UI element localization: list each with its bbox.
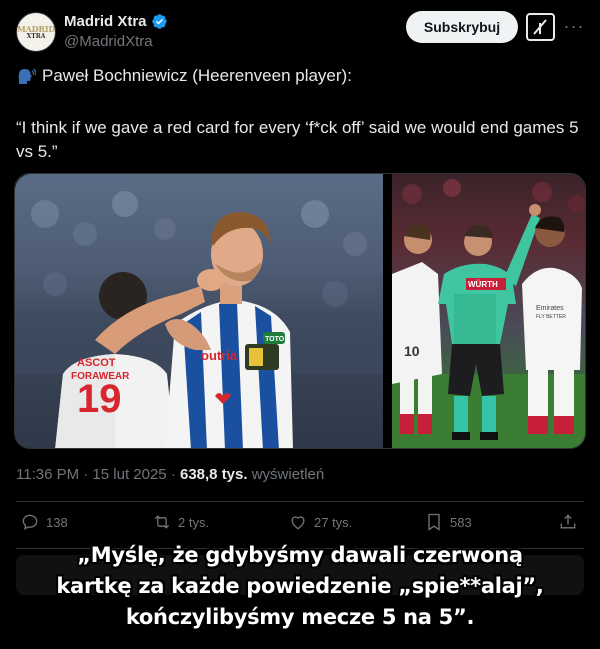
tweet-text-line1: Paweł Bochniewicz (Heerenveen player): <box>16 66 352 86</box>
reply-icon <box>22 514 38 530</box>
avatar-text-bottom: XTRA <box>26 32 46 40</box>
referee-sponsor: WÜRTH <box>468 280 498 289</box>
back-text-1: ASCOT <box>77 357 116 369</box>
tweet-meta: 11:36 PM · 15 lut 2025 · 638,8 tys. wyśw… <box>16 466 324 483</box>
photo-referee-real-madrid[interactable]: 10 WÜRTH Emirates FLY BETTER <box>392 174 585 448</box>
shirt-sponsor-2: FLY BETTER <box>536 314 566 320</box>
reply-button[interactable]: 138 <box>20 512 68 532</box>
handle[interactable]: @MadridXtra <box>64 33 153 50</box>
verified-badge-icon <box>151 14 167 29</box>
reply-count: 138 <box>46 514 68 530</box>
divider-top <box>16 501 584 502</box>
display-name[interactable]: Madrid Xtra <box>64 13 147 30</box>
sleeve-patch-text: TOTO <box>265 336 285 343</box>
avatar[interactable]: MADRID XTRA <box>16 12 56 52</box>
like-count: 27 tys. <box>314 514 353 530</box>
bookmark-icon <box>428 513 440 531</box>
caption-line3: kończylibyśmy mecze 5 na 5”. <box>125 605 475 629</box>
tweet-quote-text: “I think if we gave a red card for every… <box>16 118 579 161</box>
bookmark-button[interactable]: 583 <box>424 512 472 532</box>
speaking-head-icon <box>18 68 36 84</box>
repost-button[interactable]: 2 tys. <box>152 512 209 532</box>
translation-caption: „Myślę, że gdybyśmy dawali czerwoną kart… <box>0 540 600 633</box>
caption-line1: „Myślę, że gdybyśmy dawali czerwoną <box>77 543 523 567</box>
author-name-row[interactable]: Madrid Xtra <box>64 13 168 30</box>
repost-count: 2 tys. <box>178 514 210 530</box>
sponsor-text: outria <box>201 348 238 363</box>
avatar-text-top: MADRID <box>16 23 56 34</box>
media-grid: 19 ASCOT FORAWEAR TOTO outria 10 WÜRTH E… <box>14 173 586 449</box>
more-options-icon[interactable]: ··· <box>560 12 588 40</box>
action-bar: 138 2 tys. 27 tys. 583 <box>0 512 600 540</box>
back-number: 19 <box>77 377 122 421</box>
photo-heerenveen-player[interactable]: 19 ASCOT FORAWEAR TOTO outria <box>15 174 383 448</box>
like-button[interactable]: 27 tys. <box>288 512 352 532</box>
subscribe-button[interactable]: Subskrybuj <box>406 11 518 43</box>
player-number: 10 <box>404 343 420 359</box>
heart-icon <box>291 516 305 530</box>
bookmark-count: 583 <box>450 514 472 530</box>
repost-icon <box>154 515 170 529</box>
timestamp[interactable]: 11:36 PM · 15 lut 2025 · <box>16 466 180 483</box>
tweet: MADRID XTRA Madrid Xtra @MadridXtra Subs… <box>0 0 600 649</box>
tweet-line1-text: Paweł Bochniewicz (Heerenveen player): <box>42 66 352 85</box>
back-text-2: FORAWEAR <box>71 371 130 382</box>
views-label: wyświetleń <box>247 466 325 483</box>
share-button[interactable] <box>558 512 578 532</box>
view-count: 638,8 tys. <box>179 466 248 483</box>
grok-icon[interactable] <box>526 13 555 41</box>
player-illustration: 19 ASCOT FORAWEAR TOTO outria <box>15 191 383 448</box>
referee-illustration: 10 WÜRTH Emirates FLY BETTER <box>392 179 585 448</box>
caption-line2: kartkę za każde powiedzenie „spie**alaj”… <box>56 574 544 598</box>
shirt-sponsor-1: Emirates <box>536 305 564 312</box>
share-icon <box>560 514 576 529</box>
